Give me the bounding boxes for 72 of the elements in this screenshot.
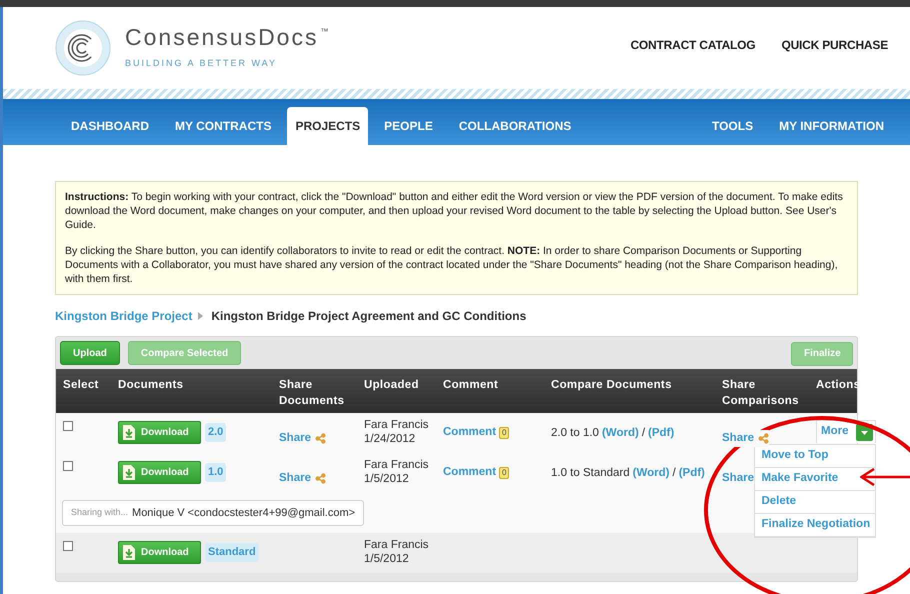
column-header: Share Documents [279, 378, 346, 409]
top-nav-link[interactable]: QUICK PURCHASE [781, 36, 888, 54]
comment-link[interactable]: Comment [443, 424, 496, 442]
column-header: Uploaded [364, 378, 420, 393]
comment-link[interactable]: Comment [443, 464, 496, 482]
instruction-paragraph: Instructions: To begin working with your contract, click the "Download" button and either edit the Word version or view the PDF version of the document. To make edits download the Word document, make changes on your computer, and then upload your revised Word document to the table by selecting the Upload button. See User's Guide. [65, 190, 844, 232]
comment-count: 0 [499, 426, 510, 439]
share-link[interactable]: Share [279, 430, 326, 448]
upload-date: 1/5/2012 [364, 552, 410, 566]
nav-tab[interactable]: PEOPLE [374, 107, 443, 145]
share-link[interactable]: Share [279, 470, 326, 488]
share-icon [314, 433, 326, 444]
menu-item[interactable]: Delete [755, 491, 876, 514]
upload-date: 1/5/2012 [364, 472, 410, 486]
checkbox[interactable] [63, 541, 73, 551]
logo-wordmark: ConsensusDocs [125, 26, 318, 49]
chevron-icon [198, 312, 204, 320]
column-header: Documents [118, 378, 184, 393]
field-value: Monique V <condocstester4+99@gmail.com> [132, 506, 356, 521]
logo-icon [55, 20, 111, 76]
field-placeholder: Sharing with... [71, 506, 128, 520]
word-link[interactable]: (Word) [632, 465, 670, 482]
version-tag: Standard [205, 543, 259, 562]
word-link[interactable]: (Word) [602, 425, 639, 442]
breadcrumb-link[interactable]: Kingston Bridge Project [55, 307, 192, 325]
breadcrumb-current: Kingston Bridge Project Agreement and GC Conditions [211, 308, 526, 325]
share-icon [314, 473, 326, 484]
checkbox[interactable] [63, 461, 73, 471]
comparison-label: 2.0 to 1.0 [551, 426, 599, 441]
nav-tab[interactable]: PROJECTS [287, 107, 368, 145]
comparison-label: 1.0 to Standard [551, 466, 630, 481]
download-button[interactable]: Download [118, 421, 201, 444]
upload-date: 1/24/2012 [364, 432, 416, 446]
more-label: More [821, 424, 848, 440]
uploader-name: Fara Francis [364, 458, 430, 472]
more-button[interactable]: More [816, 420, 876, 443]
tagline: BUILDING A BETTER WAY [125, 56, 278, 70]
annotation-arrow [860, 468, 910, 486]
column-header: Comment [443, 378, 500, 393]
separator: / [672, 466, 676, 481]
uploader-name: Fara Francis [364, 538, 430, 552]
instruction-paragraph: By clicking the Share button, you can identify collaborators to invite to read or edit the contract. NOTE: In order to share Comparison Documents or Supporting Documents with a Collaborator, you must have shared any version of the contract located under the "Share Documents" heading (not the Share Comparison heading), with them first. [65, 244, 839, 286]
separator: / [642, 426, 646, 441]
menu-item[interactable]: Finalize Negotiation [755, 514, 876, 537]
share-link[interactable]: Share [722, 430, 769, 448]
comment-count: 0 [499, 466, 510, 479]
upload-button[interactable]: Upload [60, 341, 120, 365]
top-nav-link[interactable]: CONTRACT CATALOG [630, 36, 756, 54]
download-file-icon [123, 545, 135, 560]
menu-item[interactable]: Make Favorite [755, 468, 876, 491]
nav-tab[interactable]: TOOLS [702, 107, 764, 145]
column-header: Share Comparisons [722, 378, 800, 409]
pdf-link[interactable]: (Pdf) [678, 465, 705, 482]
pdf-link[interactable]: (Pdf) [648, 425, 674, 442]
checkbox[interactable] [63, 421, 73, 431]
download-file-icon [123, 425, 135, 440]
nav-tab[interactable]: MY INFORMATION [769, 107, 894, 145]
nav-tab[interactable]: COLLABORATIONS [448, 107, 582, 145]
version-tag: 1.0 [205, 463, 226, 482]
column-header: Compare Documents [551, 378, 673, 393]
version-tag: 2.0 [205, 423, 226, 442]
sharing-field[interactable]: Sharing with... Monique V <condocstester4+99@gmail.com> [62, 500, 364, 526]
download-file-icon [123, 465, 135, 480]
trademark: ™ [320, 26, 328, 38]
column-header: Select [63, 378, 100, 393]
share-icon [758, 433, 769, 444]
nav-tab[interactable]: MY CONTRACTS [165, 107, 282, 145]
download-button[interactable]: Download [118, 461, 201, 484]
menu-item[interactable]: Move to Top [755, 445, 876, 468]
download-button[interactable]: Download [118, 541, 201, 564]
uploader-name: Fara Francis [364, 418, 430, 432]
nav-tab[interactable]: DASHBOARD [61, 107, 159, 145]
